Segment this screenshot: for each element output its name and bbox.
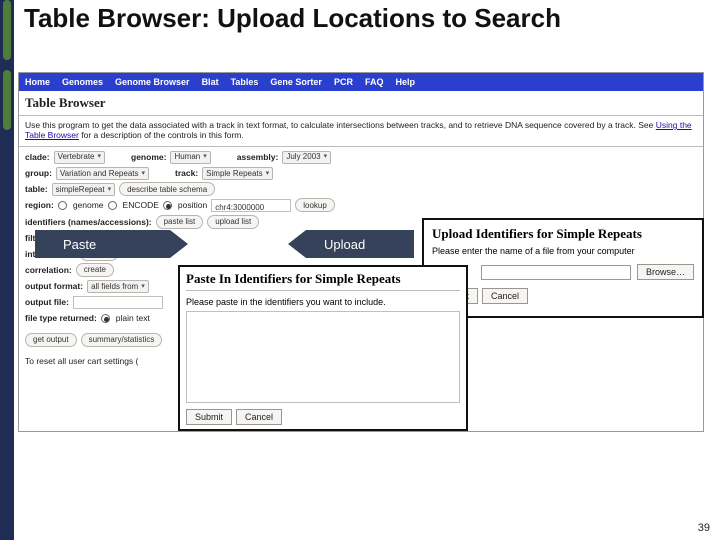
paste-cancel-button[interactable]: Cancel: [236, 409, 282, 425]
label-identifiers: identifiers (names/accessions):: [25, 214, 152, 230]
radio-genome[interactable]: [58, 201, 67, 210]
label-assembly: assembly:: [237, 149, 279, 165]
label-genome: genome:: [131, 149, 166, 165]
select-genome[interactable]: Human▾: [170, 151, 210, 164]
stripe-seg: [3, 0, 11, 60]
output-file-input[interactable]: [73, 296, 163, 309]
divider: [186, 290, 460, 291]
slide-number: 39: [698, 522, 710, 534]
divider: [19, 146, 703, 147]
slide-title: Table Browser: Upload Locations to Searc…: [24, 4, 674, 34]
paste-submit-button[interactable]: Submit: [186, 409, 232, 425]
upload-panel-title: Upload Identifiers for Simple Repeats: [432, 226, 694, 242]
menu-tables[interactable]: Tables: [231, 77, 259, 87]
get-output-button[interactable]: get output: [25, 333, 77, 347]
menu-home[interactable]: Home: [25, 77, 50, 87]
reset-text: To reset all user cart settings (: [25, 353, 138, 369]
select-clade[interactable]: Vertebrate▾: [54, 151, 105, 164]
row-group: group: Variation and Repeats▾ track: Sim…: [25, 165, 697, 181]
menu-gene-sorter[interactable]: Gene Sorter: [270, 77, 322, 87]
radio-plain-label: plain text: [116, 310, 150, 326]
label-group: group:: [25, 165, 52, 181]
label-table: table:: [25, 181, 48, 197]
row-region: region: genome ENCODE position chr4:3000…: [25, 197, 697, 213]
label-output-format: output format:: [25, 278, 83, 294]
intro-part2: for a description of the controls in thi…: [81, 130, 244, 140]
menu-genomes[interactable]: Genomes: [62, 77, 103, 87]
label-file-type: file type returned:: [25, 310, 97, 326]
label-clade: clade:: [25, 149, 50, 165]
select-track[interactable]: Simple Repeats▾: [202, 167, 273, 180]
section-title: Table Browser: [19, 91, 703, 113]
browse-button[interactable]: Browse…: [637, 264, 694, 280]
label-output-file: output file:: [25, 294, 69, 310]
upload-panel-text: Please enter the name of a file from you…: [432, 246, 694, 256]
radio-encode-label: ENCODE: [123, 197, 159, 213]
radio-encode[interactable]: [108, 201, 117, 210]
lookup-button[interactable]: lookup: [295, 198, 335, 212]
radio-position[interactable]: [163, 201, 172, 210]
radio-plain-text[interactable]: [101, 314, 110, 323]
upload-list-button[interactable]: upload list: [207, 215, 259, 229]
describe-schema-button[interactable]: describe table schema: [119, 182, 215, 196]
menu-blat[interactable]: Blat: [202, 77, 219, 87]
menu-help[interactable]: Help: [395, 77, 415, 87]
paste-list-button[interactable]: paste list: [156, 215, 204, 229]
menu-faq[interactable]: FAQ: [365, 77, 384, 87]
paste-identifiers-panel: Paste In Identifiers for Simple Repeats …: [178, 265, 468, 431]
select-table[interactable]: simpleRepeat▾: [52, 183, 115, 196]
menu-genome-browser[interactable]: Genome Browser: [115, 77, 190, 87]
paste-textarea[interactable]: [186, 311, 460, 403]
summary-button[interactable]: summary/statistics: [81, 333, 163, 347]
label-region: region:: [25, 197, 54, 213]
menu-pcr[interactable]: PCR: [334, 77, 353, 87]
select-output-format[interactable]: all fields from▾: [87, 280, 149, 293]
divider: [19, 115, 703, 116]
upload-cancel-button[interactable]: Cancel: [482, 288, 528, 304]
label-correlation: correlation:: [25, 262, 72, 278]
callout-paste: Paste: [35, 230, 170, 258]
callout-paste-label: Paste: [63, 237, 96, 252]
callout-upload-label: Upload: [324, 237, 365, 252]
row-table: table: simpleRepeat▾ describe table sche…: [25, 181, 697, 197]
correlation-create-button[interactable]: create: [76, 263, 114, 277]
slide-accent-stripe: [0, 0, 14, 540]
paste-panel-title: Paste In Identifiers for Simple Repeats: [186, 271, 460, 287]
position-input[interactable]: chr4:3000000: [211, 199, 291, 212]
paste-panel-text: Please paste in the identifiers you want…: [186, 297, 460, 307]
upload-file-input[interactable]: [481, 265, 631, 280]
intro-part1: Use this program to get the data associa…: [25, 120, 656, 130]
row-clade: clade: Vertebrate▾ genome: Human▾ assemb…: [25, 149, 697, 165]
top-menubar: Home Genomes Genome Browser Blat Tables …: [19, 73, 703, 91]
select-assembly[interactable]: July 2003▾: [282, 151, 331, 164]
radio-position-label: position: [178, 197, 207, 213]
label-track: track:: [175, 165, 198, 181]
stripe-seg: [3, 70, 11, 130]
intro-text: Use this program to get the data associa…: [19, 118, 703, 144]
select-group[interactable]: Variation and Repeats▾: [56, 167, 149, 180]
radio-genome-label: genome: [73, 197, 104, 213]
callout-upload: Upload: [306, 230, 414, 258]
